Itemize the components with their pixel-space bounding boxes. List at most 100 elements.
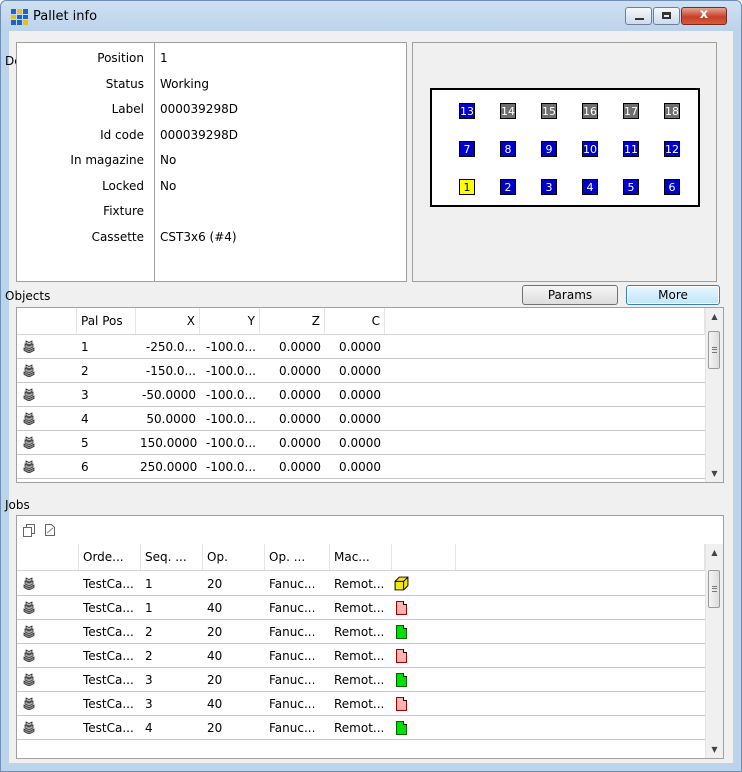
jobs-grid-header: Orde... Seq. ... Op. Op. ... Mac... <box>17 544 705 571</box>
jobs-column-header[interactable] <box>17 544 79 570</box>
jobs-cell-op-desc: Fanuc... <box>269 577 316 591</box>
workpiece-icon <box>23 340 35 353</box>
jobs-table-row[interactable]: TestCa... 2 20 Fanuc... Remot... <box>17 620 705 644</box>
objects-table-row[interactable]: 3 -50.0000 -100.0... 0.0000 0.0000 <box>17 383 705 407</box>
box-yellow-icon <box>394 576 409 591</box>
detail-row: Cassette CST3x6 (#4) <box>17 225 406 251</box>
jobs-column-header[interactable]: Orde... <box>79 544 141 570</box>
workpiece-icon <box>23 649 35 662</box>
window-title: Pallet info <box>33 9 98 24</box>
objects-column-header[interactable] <box>17 308 77 334</box>
jobs-cell-order: TestCa... <box>83 601 134 615</box>
pallet-position-4[interactable]: 4 <box>582 179 598 195</box>
workpiece-icon <box>23 697 35 710</box>
objects-column-header[interactable] <box>385 308 705 334</box>
pallet-position-8[interactable]: 8 <box>500 141 516 157</box>
scrollbar-thumb[interactable] <box>708 570 720 608</box>
workpiece-icon <box>23 388 35 401</box>
jobs-cell-op: 20 <box>207 721 223 735</box>
jobs-cell-op: 20 <box>207 673 223 687</box>
objects-cell-x: -50.0000 <box>142 388 196 402</box>
objects-column-header[interactable]: C <box>325 308 385 334</box>
pallet-position-9[interactable]: 9 <box>541 141 557 157</box>
objects-cell-x: -150.0... <box>145 364 196 378</box>
jobs-cell-machine: Remot... <box>334 625 385 639</box>
jobs-column-header[interactable]: Op. ... <box>265 544 330 570</box>
jobs-panel: Orde... Seq. ... Op. Op. ... Mac... TestCa..… <box>16 515 724 759</box>
jobs-cell-op-desc: Fanuc... <box>269 697 316 711</box>
scroll-up-icon[interactable]: ▲ <box>706 544 723 561</box>
objects-grid[interactable]: Pal Pos X Y Z C 1 -250.0... -100.0... 0.0000 0.0… <box>16 307 724 483</box>
jobs-cell-op-desc: Fanuc... <box>269 649 316 663</box>
objects-table-row[interactable]: 2 -150.0... -100.0... 0.0000 0.0000 <box>17 359 705 383</box>
jobs-column-header[interactable]: Seq. ... <box>141 544 203 570</box>
detail-label: Status <box>105 76 144 91</box>
objects-scrollbar[interactable]: ▲ ▼ <box>705 308 723 482</box>
detail-label: In magazine <box>70 153 144 167</box>
scrollbar-thumb[interactable] <box>708 331 720 369</box>
objects-cell-pal-pos: 2 <box>81 364 89 378</box>
pallet-position-16[interactable]: 16 <box>582 103 598 119</box>
workpiece-icon <box>23 460 35 473</box>
jobs-table-row[interactable]: TestCa... 4 20 Fanuc... Remot... <box>17 716 705 740</box>
pallet-position-14[interactable]: 14 <box>500 103 516 119</box>
objects-table-row[interactable]: 6 250.0000 -100.0... 0.0000 0.0000 <box>17 455 705 479</box>
pallet-position-3[interactable]: 3 <box>541 179 557 195</box>
jobs-cell-op: 20 <box>207 625 223 639</box>
objects-column-header[interactable]: Z <box>260 308 325 334</box>
title-bar[interactable]: Pallet info x <box>1 1 741 31</box>
pallet-position-6[interactable]: 6 <box>664 179 680 195</box>
maximize-button[interactable] <box>653 7 680 25</box>
detail-label: Cassette <box>91 229 144 244</box>
pallet-position-18[interactable]: 18 <box>664 103 680 119</box>
detail-row: Label 000039298D <box>17 97 406 123</box>
pallet-position-17[interactable]: 17 <box>623 103 639 119</box>
jobs-column-header[interactable] <box>392 544 456 570</box>
close-button[interactable]: x <box>681 7 727 25</box>
more-button[interactable]: More <box>626 285 720 305</box>
workpiece-icon <box>23 364 35 377</box>
objects-cell-y: -100.0... <box>205 412 256 426</box>
jobs-cell-seq: 3 <box>145 697 153 711</box>
params-button[interactable]: Params <box>522 285 618 305</box>
objects-column-header[interactable]: Pal Pos <box>77 308 136 334</box>
jobs-column-header[interactable]: Mac... <box>330 544 392 570</box>
objects-cell-y: -100.0... <box>205 388 256 402</box>
pallet-position-5[interactable]: 5 <box>623 179 639 195</box>
pallet-position-2[interactable]: 2 <box>500 179 516 195</box>
copy-icon[interactable] <box>22 523 36 537</box>
jobs-table-row[interactable]: TestCa... 3 20 Fanuc... Remot... <box>17 668 705 692</box>
scroll-down-icon[interactable]: ▼ <box>706 741 723 758</box>
jobs-column-header[interactable]: Op. <box>203 544 265 570</box>
jobs-cell-op: 40 <box>207 697 223 711</box>
minimize-button[interactable] <box>625 7 652 25</box>
jobs-cell-order: TestCa... <box>83 577 134 591</box>
pallet-position-7[interactable]: 7 <box>459 141 475 157</box>
pallet-position-12[interactable]: 12 <box>664 141 680 157</box>
doc-red-icon <box>396 649 407 663</box>
jobs-table-row[interactable]: TestCa... 2 40 Fanuc... Remot... <box>17 644 705 668</box>
document-icon[interactable] <box>43 523 57 537</box>
jobs-table-row[interactable]: TestCa... 3 40 Fanuc... Remot... <box>17 692 705 716</box>
pallet-position-11[interactable]: 11 <box>623 141 639 157</box>
objects-cell-c: 0.0000 <box>339 460 381 474</box>
jobs-table-row[interactable]: TestCa... 1 20 Fanuc... Remot... <box>17 572 705 596</box>
objects-column-header[interactable]: Y <box>200 308 260 334</box>
window-content: Details Position1StatusWorkingLabel00003… <box>5 31 733 763</box>
pallet-position-10[interactable]: 10 <box>582 141 598 157</box>
jobs-scrollbar[interactable]: ▲ ▼ <box>705 544 723 758</box>
jobs-cell-op: 40 <box>207 649 223 663</box>
pallet-position-1[interactable]: 1 <box>459 179 475 195</box>
pallet-position-13[interactable]: 13 <box>459 103 475 119</box>
objects-cell-x: 250.0000 <box>140 460 198 474</box>
objects-column-header[interactable]: X <box>136 308 200 334</box>
scroll-up-icon[interactable]: ▲ <box>706 308 723 325</box>
objects-table-row[interactable]: 5 150.0000 -100.0... 0.0000 0.0000 <box>17 431 705 455</box>
objects-cell-x: -250.0... <box>145 340 196 354</box>
jobs-column-header[interactable] <box>456 544 705 570</box>
jobs-table-row[interactable]: TestCa... 1 40 Fanuc... Remot... <box>17 596 705 620</box>
objects-table-row[interactable]: 4 50.0000 -100.0... 0.0000 0.0000 <box>17 407 705 431</box>
pallet-position-15[interactable]: 15 <box>541 103 557 119</box>
scroll-down-icon[interactable]: ▼ <box>706 465 723 482</box>
objects-table-row[interactable]: 1 -250.0... -100.0... 0.0000 0.0000 <box>17 335 705 359</box>
